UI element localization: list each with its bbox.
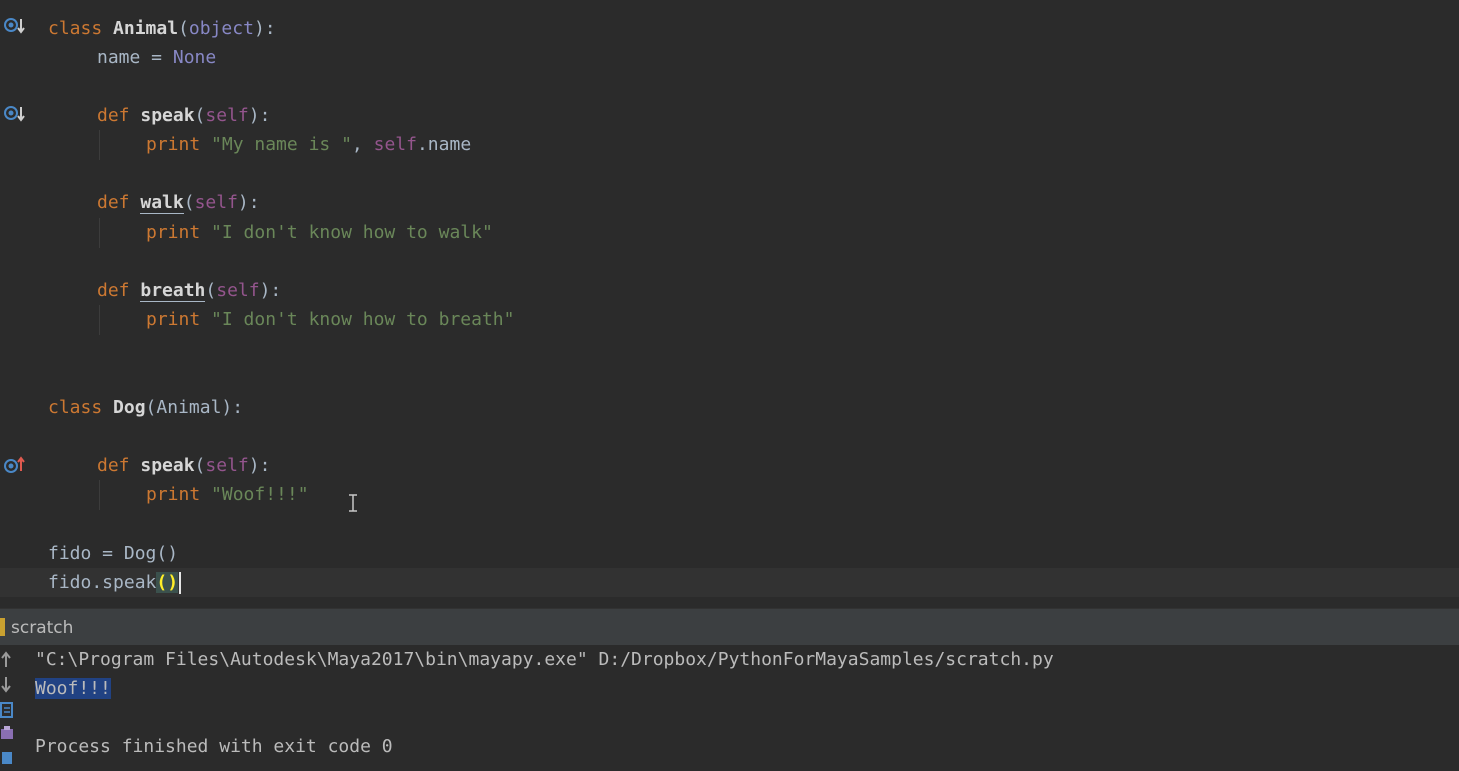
- keyword: class: [48, 18, 103, 39]
- method-name: speak: [140, 105, 195, 126]
- code-text: fido = Dog(): [48, 543, 179, 564]
- code-line[interactable]: print "My name is ", self.name: [0, 130, 1459, 159]
- console-output-line[interactable]: Woof!!!: [35, 676, 111, 702]
- rerun-up-icon[interactable]: [0, 651, 14, 669]
- code-text: fido.speak: [48, 572, 157, 593]
- method-name: speak: [140, 455, 195, 476]
- keyword: class: [48, 397, 103, 418]
- self-param: self: [205, 455, 249, 476]
- run-config-marker: [0, 618, 5, 636]
- code-text: (Animal):: [145, 397, 244, 418]
- code-line[interactable]: class Dog(Animal):: [0, 393, 1459, 422]
- code-line[interactable]: def speak(self):: [0, 451, 1459, 480]
- self-ref: self: [373, 134, 417, 155]
- paren: ):: [253, 18, 276, 39]
- code-line[interactable]: class Animal(object):: [0, 14, 1459, 43]
- keyword: def: [97, 105, 130, 126]
- console-command-line: "C:\Program Files\Autodesk\Maya2017\bin\…: [35, 649, 1054, 670]
- code-line[interactable]: def breath(self):: [0, 276, 1459, 305]
- run-toolbar: [0, 645, 16, 771]
- keyword: print: [146, 309, 201, 330]
- code-line[interactable]: print "Woof!!!": [0, 480, 1459, 509]
- attribute: .name: [416, 134, 472, 155]
- code-line[interactable]: print "I don't know how to walk": [0, 218, 1459, 247]
- print-icon[interactable]: [0, 725, 14, 743]
- paren: (: [178, 18, 189, 39]
- method-name: walk: [140, 192, 184, 214]
- paren: ):: [237, 192, 260, 213]
- text-caret: [179, 572, 182, 594]
- matched-parens: (): [156, 572, 179, 593]
- class-name: Animal: [113, 18, 179, 39]
- paren: ):: [248, 105, 271, 126]
- keyword: def: [97, 192, 130, 213]
- ibeam-cursor-icon: [349, 494, 357, 512]
- code-line[interactable]: def walk(self):: [0, 188, 1459, 217]
- self-param: self: [194, 192, 238, 213]
- string-literal: "I don't know how to walk": [211, 222, 493, 243]
- paren: ):: [259, 280, 282, 301]
- keyword: print: [146, 134, 201, 155]
- run-tool-window: scratch "C:\Program Files\Autodesk\Maya2…: [0, 608, 1459, 771]
- code-editor[interactable]: class Animal(object): name = None def sp…: [0, 0, 1459, 608]
- code-text: name =: [97, 47, 173, 68]
- base-class: object: [188, 18, 254, 39]
- rerun-down-icon[interactable]: [0, 675, 14, 693]
- soft-wrap-icon[interactable]: [0, 701, 14, 719]
- run-config-title: scratch: [11, 618, 74, 638]
- keyword: def: [97, 455, 130, 476]
- paren: (: [194, 455, 206, 476]
- code-line[interactable]: def speak(self):: [0, 101, 1459, 130]
- self-param: self: [216, 280, 260, 301]
- code-line[interactable]: fido = Dog(): [0, 539, 1459, 568]
- paren: (: [183, 192, 195, 213]
- paren: (: [205, 280, 217, 301]
- string-literal: "My name is ": [211, 134, 352, 155]
- keyword: print: [146, 222, 201, 243]
- pin-icon[interactable]: [0, 749, 14, 767]
- code-line[interactable]: name = None: [0, 43, 1459, 72]
- current-code-line[interactable]: fido.speak(): [0, 568, 1459, 597]
- constant: None: [172, 47, 217, 68]
- paren: (: [194, 105, 206, 126]
- run-tab-header[interactable]: scratch: [0, 608, 1459, 645]
- string-literal: "Woof!!!": [211, 484, 309, 505]
- string-literal: "I don't know how to breath": [211, 309, 515, 330]
- selected-output-text[interactable]: Woof!!!: [35, 678, 111, 699]
- code-line[interactable]: print "I don't know how to breath": [0, 305, 1459, 334]
- self-param: self: [205, 105, 249, 126]
- paren: ):: [248, 455, 271, 476]
- class-name: Dog: [113, 397, 146, 418]
- keyword: print: [146, 484, 201, 505]
- method-name: breath: [140, 280, 206, 302]
- console-exit-line: Process finished with exit code 0: [35, 736, 393, 757]
- keyword: def: [97, 280, 130, 301]
- code-text: ,: [351, 134, 374, 155]
